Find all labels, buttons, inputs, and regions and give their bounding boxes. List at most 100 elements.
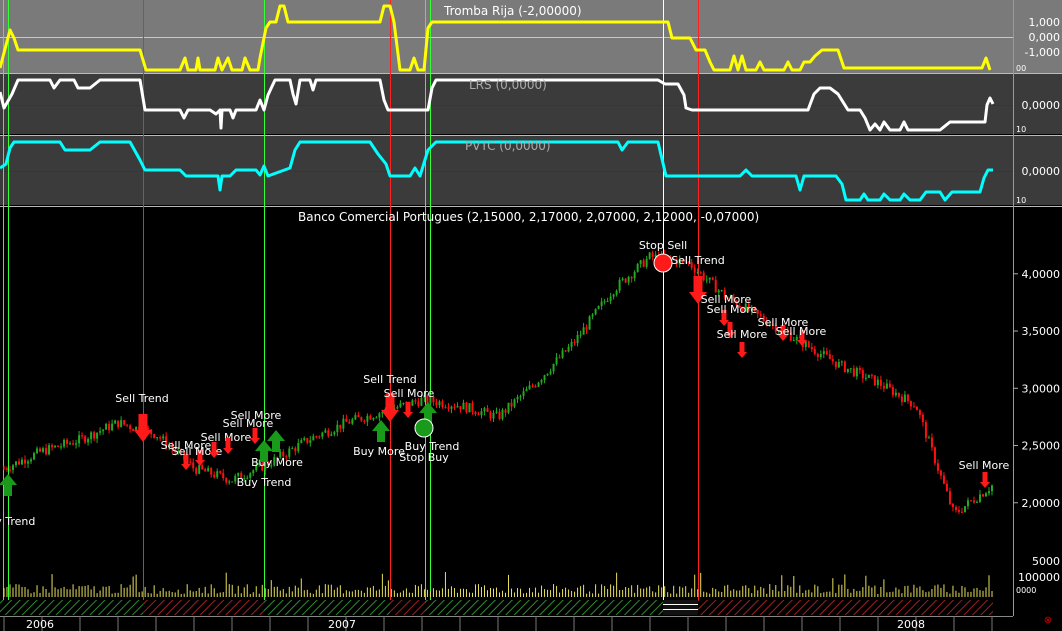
candle-body — [441, 401, 444, 408]
signal-label: Sell Trend — [115, 392, 168, 405]
candle-body — [876, 379, 879, 386]
candle-body — [978, 494, 981, 502]
candle-body — [963, 506, 966, 512]
candle-body — [129, 425, 132, 430]
candle-body — [51, 445, 54, 448]
candle-body — [225, 478, 228, 483]
candle-body — [840, 361, 843, 363]
candle-body — [708, 277, 711, 280]
tromba-tick: 0,000 — [1029, 31, 1061, 44]
lrs-tick: 0,0000 — [1022, 99, 1061, 112]
candle-body — [354, 415, 357, 420]
candle-body — [21, 459, 24, 465]
candle-body — [30, 459, 33, 462]
candle-body — [87, 439, 90, 443]
signal-label: Sell More — [231, 409, 282, 422]
candle-body — [627, 276, 630, 283]
candle-body — [720, 290, 723, 292]
candle-body — [213, 474, 216, 478]
candle-body — [612, 294, 615, 297]
candle-body — [102, 429, 105, 432]
candle-body — [453, 406, 456, 408]
candle-body — [294, 448, 297, 452]
candle-body — [585, 327, 588, 330]
candle-body — [297, 443, 300, 452]
price-tick-label: 3,5000 — [1022, 325, 1061, 338]
candle-body — [918, 410, 921, 415]
candle-body — [24, 459, 27, 464]
candle-body — [132, 429, 135, 431]
candle-body — [57, 445, 60, 447]
candle-body — [915, 406, 918, 411]
candle-body — [705, 279, 708, 281]
candle-body — [306, 438, 309, 443]
candle-body — [411, 400, 414, 406]
candle-body — [492, 412, 495, 419]
candle-body — [591, 314, 594, 317]
tromba-tick: 1,000 — [1029, 16, 1061, 29]
candle-body — [843, 361, 846, 372]
candle-body — [480, 411, 483, 416]
candle-body — [891, 387, 894, 396]
candle-body — [336, 424, 339, 433]
candle-body — [615, 290, 618, 295]
candle-body — [984, 493, 987, 497]
candle-body — [927, 437, 930, 439]
candle-body — [711, 277, 714, 280]
stop-sign-icon — [414, 418, 434, 438]
candle-body — [60, 446, 63, 448]
candle-body — [807, 341, 810, 348]
candle-body — [564, 350, 567, 352]
candle-body — [369, 415, 372, 420]
candle-body — [702, 272, 705, 280]
x-label-2006: 2006 — [26, 618, 54, 631]
candle-body — [447, 407, 450, 409]
signal-label: Sell More — [707, 303, 758, 316]
candle-body — [396, 407, 399, 409]
volume-tick: 100000 — [1018, 571, 1060, 584]
candle-body — [534, 386, 537, 388]
candle-body — [309, 440, 312, 443]
candle-body — [438, 401, 441, 406]
candle-body — [831, 359, 834, 362]
signal-label: Sell More — [717, 328, 768, 341]
candle-body — [414, 400, 417, 402]
candle-body — [864, 377, 867, 379]
candle-body — [882, 385, 885, 389]
candle-body — [9, 469, 12, 471]
candle-body — [123, 420, 126, 425]
signal-label: Buy Trend — [0, 515, 35, 528]
close-icon[interactable]: ⊗ — [1042, 615, 1054, 627]
candle-body — [600, 301, 603, 307]
candle-body — [888, 383, 891, 388]
candle-body — [528, 385, 531, 390]
candle-body — [201, 464, 204, 470]
candle-body — [525, 389, 528, 392]
candle-body — [570, 342, 573, 347]
candle-body — [375, 417, 378, 419]
candle-body — [606, 301, 609, 303]
pvtc-corner: 10 — [1016, 196, 1026, 205]
price-tick-label: 2,0000 — [1022, 497, 1061, 510]
signal-label: Buy Trend — [237, 476, 292, 489]
candle-body — [909, 400, 912, 407]
candle-body — [828, 354, 831, 360]
candle-body — [561, 350, 564, 358]
candle-body — [45, 448, 48, 455]
candle-body — [198, 464, 201, 474]
candle-body — [351, 419, 354, 424]
candle-body — [900, 396, 903, 402]
candle-body — [633, 271, 636, 279]
candle-body — [84, 436, 87, 443]
candle-body — [894, 392, 897, 396]
candle-body — [567, 346, 570, 352]
candle-body — [825, 351, 828, 355]
candle-body — [981, 494, 984, 497]
candle-body — [630, 276, 633, 279]
signal-label: Sell More — [959, 459, 1010, 472]
candle-body — [345, 418, 348, 422]
candle-body — [516, 397, 519, 400]
candle-body — [195, 468, 198, 474]
candle-body — [813, 349, 816, 354]
candle-body — [933, 447, 936, 464]
